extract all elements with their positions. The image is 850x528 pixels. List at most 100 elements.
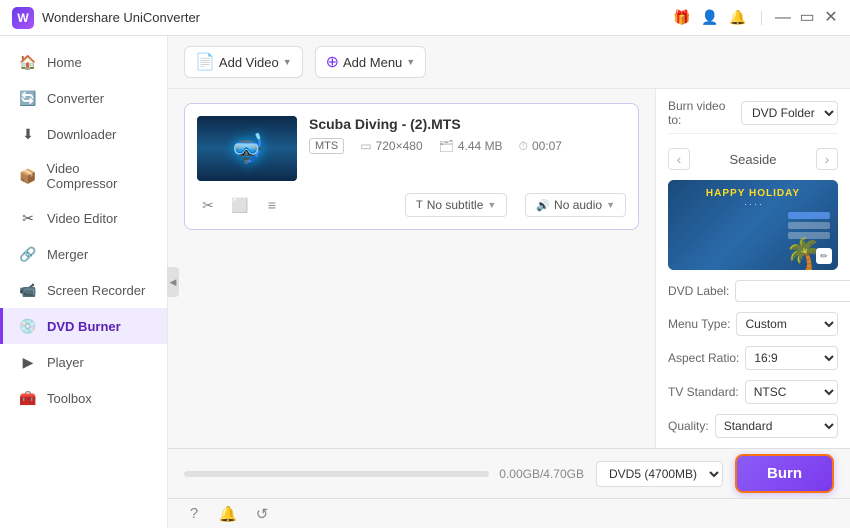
home-icon: 🏠 xyxy=(19,53,37,71)
maximize-button[interactable]: ▭ xyxy=(800,11,814,25)
bell-icon[interactable]: 🔔 xyxy=(729,9,747,27)
subtitle-dropdown[interactable]: T No subtitle ▼ xyxy=(405,193,507,217)
video-resolution: ▭ 720×480 xyxy=(360,139,422,153)
video-size: 🗂 4.44 MB xyxy=(439,139,503,153)
video-actions: ✂ ⬜ ≡ T No subtitle ▼ 🔊 No audio ▼ xyxy=(197,189,626,217)
audio-dropdown[interactable]: 🔊 No audio ▼ xyxy=(525,193,626,217)
effects-icon[interactable]: ≡ xyxy=(261,194,283,216)
status-bar: ? 🔔 ↺ xyxy=(168,498,850,528)
subtitle-label: No subtitle xyxy=(427,198,484,212)
sidebar-item-label: Home xyxy=(47,55,82,70)
tv-standard-select[interactable]: NTSC PAL xyxy=(745,380,838,404)
size-value: 4.44 MB xyxy=(458,139,503,153)
aspect-ratio-select[interactable]: 16:9 4:3 xyxy=(745,346,838,370)
titlebar-left: W Wondershare UniConverter xyxy=(12,7,200,29)
quality-row: Quality: Standard High Low xyxy=(668,414,838,438)
sidebar-item-screen-recorder[interactable]: 📹 Screen Recorder xyxy=(0,272,167,308)
template-header: ‹ Seaside › xyxy=(668,148,838,170)
sidebar-item-converter[interactable]: 🔄 Converter xyxy=(0,80,167,116)
toolbar: 📄 Add Video ▼ ⊕ Add Menu ▼ xyxy=(168,36,850,89)
menu-type-row: Menu Type: Custom None Auto xyxy=(668,312,838,336)
edit-template-button[interactable]: ✏ xyxy=(816,248,832,264)
preview-subtitle: · · · · xyxy=(668,200,838,209)
burn-video-row: Burn video to: DVD Folder xyxy=(668,99,838,134)
resolution-icon: ▭ xyxy=(360,139,371,153)
tv-standard-row: TV Standard: NTSC PAL xyxy=(668,380,838,404)
content-body: 🤿 Scuba Diving - (2).MTS MTS ▭ xyxy=(168,89,850,448)
quality-label: Quality: xyxy=(668,419,709,433)
template-preview: HAPPY HOLIDAY · · · · 🌴 ✏ xyxy=(668,180,838,270)
add-video-icon: 📄 xyxy=(195,52,215,72)
notification-icon[interactable]: 🔔 xyxy=(218,504,238,524)
close-button[interactable]: ✕ xyxy=(824,11,838,25)
dvd-label-input[interactable] xyxy=(735,280,850,302)
sidebar-item-dvd-burner[interactable]: 💿 DVD Burner xyxy=(0,308,167,344)
subtitle-icon: T xyxy=(416,199,423,211)
format-badge: MTS xyxy=(309,138,344,154)
menu-type-select[interactable]: Custom None Auto xyxy=(736,312,838,336)
audio-label: No audio xyxy=(554,198,602,212)
menu-item-1 xyxy=(788,212,830,219)
sidebar-item-video-editor[interactable]: ✂ Video Editor xyxy=(0,200,167,236)
sidebar-item-label: Toolbox xyxy=(47,391,92,406)
status-icons: ? 🔔 ↺ xyxy=(184,504,272,524)
help-icon[interactable]: ? xyxy=(184,504,204,524)
sidebar-item-label: Screen Recorder xyxy=(47,283,145,298)
aspect-ratio-row: Aspect Ratio: 16:9 4:3 xyxy=(668,346,838,370)
subtitle-arrow: ▼ xyxy=(487,200,496,210)
add-menu-button[interactable]: ⊕ Add Menu ▼ xyxy=(315,46,427,78)
sidebar-item-video-compressor[interactable]: 📦 Video Compressor xyxy=(0,152,167,200)
progress-text: 0.00GB/4.70GB xyxy=(499,467,584,481)
resolution-value: 720×480 xyxy=(376,139,423,153)
add-menu-arrow: ▼ xyxy=(406,57,415,67)
audio-arrow: ▼ xyxy=(606,200,615,210)
sidebar-item-player[interactable]: ▶ Player xyxy=(0,344,167,380)
cut-icon[interactable]: ✂ xyxy=(197,194,219,216)
minimize-button[interactable]: — xyxy=(776,11,790,25)
add-menu-label: Add Menu xyxy=(343,55,402,70)
titlebar-divider xyxy=(761,11,762,25)
dvd-label-label: DVD Label: xyxy=(668,284,729,298)
video-duration: ⏱ 00:07 xyxy=(519,139,562,154)
audio-icon: 🔊 xyxy=(536,199,550,212)
toolbox-icon: 🧰 xyxy=(19,389,37,407)
compressor-icon: 📦 xyxy=(19,167,37,185)
gift-icon[interactable]: 🎁 xyxy=(673,9,691,27)
prev-template-button[interactable]: ‹ xyxy=(668,148,690,170)
burn-button[interactable]: Burn xyxy=(735,454,834,493)
converter-icon: 🔄 xyxy=(19,89,37,107)
tv-standard-label: TV Standard: xyxy=(668,385,739,399)
main-layout: 🏠 Home 🔄 Converter ⬇ Downloader 📦 Video … xyxy=(0,36,850,528)
video-card: 🤿 Scuba Diving - (2).MTS MTS ▭ xyxy=(184,103,639,230)
burn-video-label: Burn video to: xyxy=(668,99,733,127)
sidebar-collapse-button[interactable]: ◀ xyxy=(167,267,179,297)
content-area: 📄 Add Video ▼ ⊕ Add Menu ▼ 🤿 xyxy=(168,36,850,528)
crop-icon[interactable]: ⬜ xyxy=(229,194,251,216)
video-title: Scuba Diving - (2).MTS xyxy=(309,116,562,132)
sidebar-item-label: Player xyxy=(47,355,84,370)
user-icon[interactable]: 👤 xyxy=(701,9,719,27)
preview-title: HAPPY HOLIDAY xyxy=(668,188,838,199)
sidebar-item-merger[interactable]: 🔗 Merger xyxy=(0,236,167,272)
sidebar: 🏠 Home 🔄 Converter ⬇ Downloader 📦 Video … xyxy=(0,36,168,528)
next-template-button[interactable]: › xyxy=(816,148,838,170)
sidebar-item-label: Downloader xyxy=(47,127,116,142)
progress-section: 0.00GB/4.70GB xyxy=(184,467,584,481)
dvd-size-select[interactable]: DVD5 (4700MB) DVD9 (8540MB) xyxy=(596,461,723,487)
duration-icon: ⏱ xyxy=(519,139,528,154)
quality-select[interactable]: Standard High Low xyxy=(715,414,838,438)
add-video-button[interactable]: 📄 Add Video ▼ xyxy=(184,46,303,78)
titlebar: W Wondershare UniConverter 🎁 👤 🔔 — ▭ ✕ xyxy=(0,0,850,36)
titlebar-right: 🎁 👤 🔔 — ▭ ✕ xyxy=(673,9,838,27)
downloader-icon: ⬇ xyxy=(19,125,37,143)
aspect-ratio-label: Aspect Ratio: xyxy=(668,351,739,365)
sidebar-item-downloader[interactable]: ⬇ Downloader xyxy=(0,116,167,152)
sidebar-item-label: Video Editor xyxy=(47,211,118,226)
refresh-icon[interactable]: ↺ xyxy=(252,504,272,524)
left-panel: 🤿 Scuba Diving - (2).MTS MTS ▭ xyxy=(168,89,655,448)
burn-video-select[interactable]: DVD Folder xyxy=(741,101,838,125)
progress-bar xyxy=(184,471,489,477)
sidebar-item-home[interactable]: 🏠 Home xyxy=(0,44,167,80)
sidebar-item-toolbox[interactable]: 🧰 Toolbox xyxy=(0,380,167,416)
sidebar-item-label: Merger xyxy=(47,247,88,262)
